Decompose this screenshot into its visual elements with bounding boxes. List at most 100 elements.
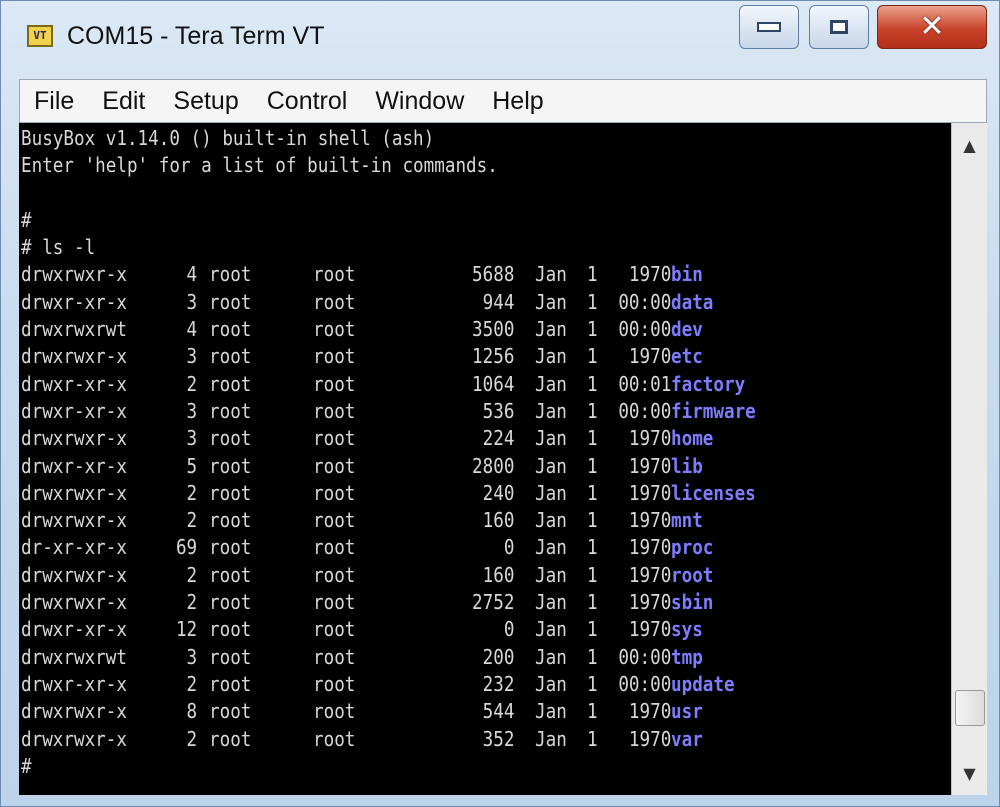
- owner: root: [209, 289, 252, 314]
- listing-row: drwxr-xr-x 2 root root 1064 Jan 1 00:01 factory: [21, 371, 745, 398]
- file-size: 200: [482, 644, 515, 669]
- link-count: 3: [186, 644, 198, 669]
- directory-name: sbin: [671, 590, 714, 615]
- listing-row: drwxrwxr-x 3 root root 224 Jan 1 1970 home: [21, 425, 713, 452]
- day: 1: [587, 317, 598, 342]
- link-count: 2: [186, 480, 198, 505]
- link-count: 2: [186, 508, 198, 533]
- file-size: 224: [482, 426, 515, 451]
- permissions: drwxr-xr-x: [21, 617, 127, 642]
- permissions: drwxrwxr-x: [21, 699, 127, 724]
- permissions: drwxr-xr-x: [21, 371, 127, 396]
- permissions: drwxrwxrwt: [21, 317, 127, 342]
- group: root: [313, 562, 356, 587]
- file-size: 544: [482, 699, 515, 724]
- tera-term-app-icon[interactable]: VT: [27, 25, 53, 47]
- owner: root: [209, 344, 252, 369]
- directory-name: factory: [671, 371, 746, 396]
- link-count: 3: [186, 344, 198, 369]
- link-count: 4: [186, 317, 198, 342]
- day: 1: [587, 371, 598, 396]
- group: root: [313, 262, 356, 287]
- permissions: drwxrwxr-x: [21, 726, 127, 751]
- month: Jan: [535, 590, 567, 615]
- day: 1: [587, 480, 598, 505]
- directory-name: sys: [671, 617, 703, 642]
- directory-name: root: [671, 562, 714, 587]
- permissions: drwxr-xr-x: [21, 671, 127, 696]
- scroll-down-arrow-icon[interactable]: ▼: [952, 755, 987, 791]
- terminal-screen[interactable]: BusyBox v1.14.0 () built-in shell (ash) …: [19, 123, 951, 795]
- time: 00:01: [618, 371, 672, 396]
- menu-file[interactable]: File: [20, 80, 88, 122]
- scroll-up-arrow-icon[interactable]: ▲: [952, 127, 987, 163]
- group: root: [313, 671, 356, 696]
- title-bar[interactable]: VT COM15 - Tera Term VT ✕: [1, 1, 1000, 79]
- group: root: [313, 398, 356, 423]
- window-title: COM15 - Tera Term VT: [67, 22, 325, 50]
- day: 1: [587, 671, 598, 696]
- directory-listing: drwxrwxr-x 4 root root 5688 Jan 1 1970 bin drwxr-…: [21, 261, 756, 753]
- month: Jan: [535, 671, 567, 696]
- menu-help[interactable]: Help: [478, 80, 557, 122]
- listing-row: drwxrwxr-x 8 root root 544 Jan 1 1970 usr: [21, 698, 703, 725]
- month: Jan: [535, 699, 567, 724]
- directory-name: mnt: [671, 508, 703, 533]
- directory-name: lib: [671, 453, 703, 478]
- day: 1: [587, 289, 598, 314]
- month: Jan: [535, 535, 567, 560]
- owner: root: [209, 480, 252, 505]
- link-count: 5: [186, 453, 198, 478]
- terminal-window: VT COM15 - Tera Term VT ✕ File Edit Setu…: [0, 0, 1000, 807]
- owner: root: [209, 508, 252, 533]
- group: root: [313, 699, 356, 724]
- group: root: [313, 590, 356, 615]
- directory-name: home: [671, 426, 714, 451]
- day: 1: [587, 617, 598, 642]
- cursor-prompt-line[interactable]: #: [21, 753, 498, 780]
- link-count: 12: [175, 617, 198, 642]
- group: root: [313, 480, 356, 505]
- owner: root: [209, 562, 252, 587]
- file-size: 1064: [472, 371, 515, 396]
- day: 1: [587, 262, 598, 287]
- time: 1970: [628, 344, 672, 369]
- permissions: dr-xr-xr-x: [21, 535, 127, 560]
- listing-row: drwxrwxr-x 4 root root 5688 Jan 1 1970 bin: [21, 261, 703, 288]
- permissions: drwxrwxr-x: [21, 480, 127, 505]
- menu-control[interactable]: Control: [253, 80, 362, 122]
- directory-name: licenses: [671, 480, 756, 505]
- link-count: 2: [186, 726, 198, 751]
- day: 1: [587, 344, 598, 369]
- maximize-button[interactable]: [809, 5, 869, 49]
- time: 00:00: [618, 398, 672, 423]
- day: 1: [587, 453, 598, 478]
- scrollbar-thumb[interactable]: [955, 689, 985, 726]
- minimize-button[interactable]: [739, 5, 799, 49]
- time: 1970: [628, 726, 672, 751]
- month: Jan: [535, 398, 567, 423]
- permissions: drwxrwxrwt: [21, 644, 127, 669]
- vertical-scrollbar[interactable]: ▲ ▼: [951, 123, 987, 795]
- month: Jan: [535, 371, 567, 396]
- time: 1970: [628, 590, 672, 615]
- month: Jan: [535, 426, 567, 451]
- close-button[interactable]: ✕: [877, 5, 987, 49]
- file-size: 232: [482, 671, 515, 696]
- menu-setup[interactable]: Setup: [159, 80, 252, 122]
- group: root: [313, 644, 356, 669]
- link-count: 2: [186, 590, 198, 615]
- link-count: 8: [186, 699, 198, 724]
- directory-name: etc: [671, 344, 703, 369]
- owner: root: [209, 617, 252, 642]
- group: root: [313, 453, 356, 478]
- menu-edit[interactable]: Edit: [88, 80, 159, 122]
- listing-row: drwxrwxr-x 2 root root 160 Jan 1 1970 root: [21, 562, 713, 589]
- listing-row: drwxr-xr-x 5 root root 2800 Jan 1 1970 lib: [21, 453, 703, 480]
- listing-row: drwxrwxr-x 2 root root 352 Jan 1 1970 var: [21, 726, 703, 753]
- menu-window[interactable]: Window: [361, 80, 478, 122]
- file-size: 1256: [472, 344, 515, 369]
- month: Jan: [535, 508, 567, 533]
- file-size: 3500: [472, 317, 515, 342]
- owner: root: [209, 371, 252, 396]
